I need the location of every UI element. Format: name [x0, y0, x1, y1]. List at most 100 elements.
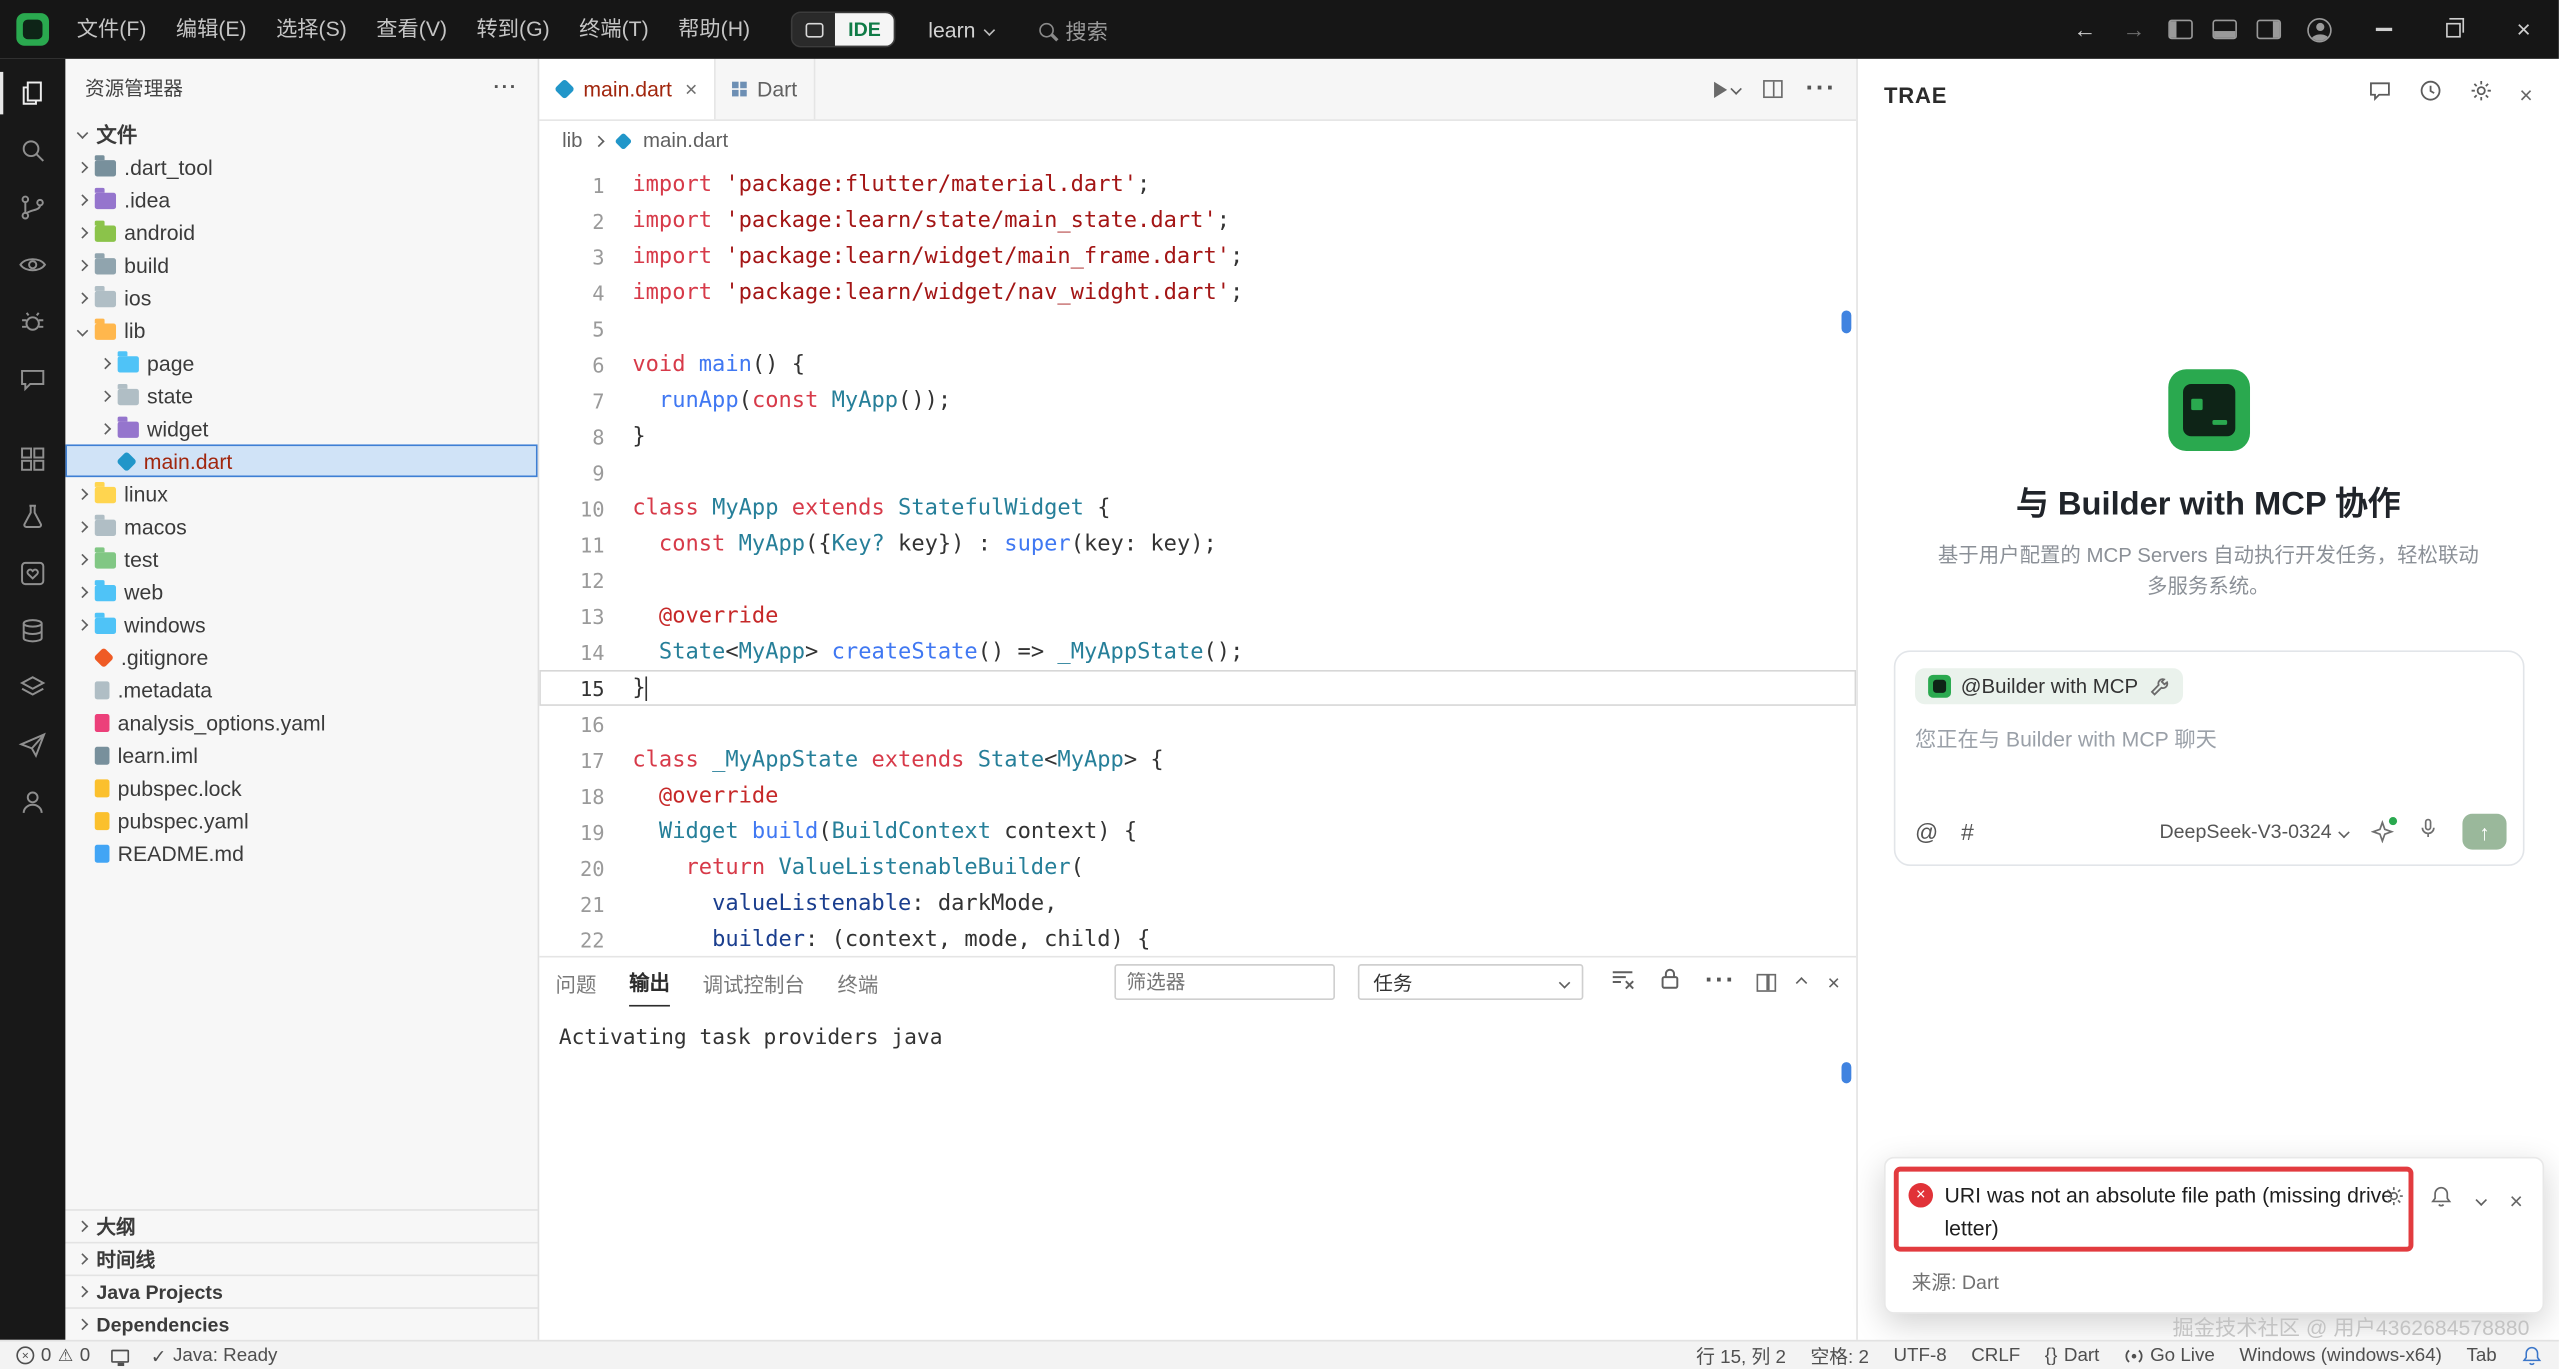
java-status[interactable]: ✓ Java: Ready: [151, 1344, 278, 1367]
auto-mode-icon[interactable]: [2371, 820, 2394, 843]
code-line-18[interactable]: 18 @override: [539, 778, 1856, 814]
menu-edit[interactable]: 编辑(E): [161, 0, 261, 59]
panel-tab-debug-console[interactable]: 调试控制台: [703, 958, 805, 1007]
tree-item-android[interactable]: android: [65, 216, 537, 249]
scrollbar-marker[interactable]: [1842, 1062, 1852, 1083]
chevron-down-icon[interactable]: [2475, 1194, 2487, 1206]
tree-item-linux[interactable]: linux: [65, 477, 537, 510]
tree-item-.gitignore[interactable]: .gitignore: [65, 641, 537, 674]
global-search[interactable]: 搜索: [1039, 14, 1108, 45]
notifications-bell[interactable]: [2521, 1345, 2542, 1366]
back-button[interactable]: ←: [2060, 16, 2109, 42]
tree-item-test[interactable]: test: [65, 542, 537, 575]
scrollbar-marker[interactable]: [1842, 310, 1852, 333]
tree-item-README.md[interactable]: README.md: [65, 837, 537, 870]
history-icon[interactable]: [2418, 78, 2443, 111]
code-line-16[interactable]: 16: [539, 706, 1856, 742]
code-line-9[interactable]: 9: [539, 454, 1856, 490]
panel-tab-terminal[interactable]: 终端: [838, 958, 879, 1007]
code-line-5[interactable]: 5: [539, 310, 1856, 346]
code-line-13[interactable]: 13 @override: [539, 598, 1856, 634]
restore-button[interactable]: [2418, 0, 2488, 59]
code-editor[interactable]: 1import 'package:flutter/material.dart';…: [539, 160, 1856, 956]
tree-item-page[interactable]: page: [65, 346, 537, 379]
code-line-15[interactable]: 15}: [539, 670, 1856, 706]
section-timeline[interactable]: 时间线: [65, 1242, 537, 1275]
cursor-position[interactable]: 行 15, 列 2: [1696, 1342, 1786, 1368]
close-notification-icon[interactable]: ×: [2510, 1187, 2523, 1213]
close-button[interactable]: ×: [2489, 0, 2559, 59]
explorer-icon[interactable]: [0, 72, 65, 114]
agent-badge[interactable]: @Builder with MCP: [1915, 668, 2182, 704]
section-dependencies[interactable]: Dependencies: [65, 1307, 537, 1340]
tree-item-macos[interactable]: macos: [65, 510, 537, 543]
code-line-12[interactable]: 12: [539, 562, 1856, 598]
code-line-2[interactable]: 2import 'package:learn/state/main_state.…: [539, 203, 1856, 239]
notification-toast[interactable]: × URI was not an absolute file path (mis…: [1884, 1157, 2544, 1314]
bell-icon[interactable]: [2429, 1185, 2452, 1216]
gear-icon[interactable]: [2382, 1185, 2405, 1216]
project-selector[interactable]: learn: [928, 17, 993, 42]
menu-go[interactable]: 转到(G): [462, 0, 565, 59]
panel-more-icon[interactable]: ···: [1705, 967, 1736, 996]
tab-main-dart[interactable]: main.dart ×: [539, 59, 715, 119]
tab-size[interactable]: Tab: [2466, 1346, 2496, 1366]
tree-item-analysis_options.yaml[interactable]: analysis_options.yaml: [65, 706, 537, 739]
tree-item-ios[interactable]: ios: [65, 281, 537, 314]
tree-item-pubspec.yaml[interactable]: pubspec.yaml: [65, 804, 537, 837]
tree-item-pubspec.lock[interactable]: pubspec.lock: [65, 771, 537, 804]
database-icon[interactable]: [0, 609, 65, 651]
split-editor-icon[interactable]: [1763, 80, 1783, 98]
code-line-1[interactable]: 1import 'package:flutter/material.dart';: [539, 167, 1856, 203]
tree-item-.metadata[interactable]: .metadata: [65, 673, 537, 706]
chat-input-card[interactable]: @Builder with MCP 您正在与 Builder with MCP …: [1894, 650, 2525, 866]
code-line-19[interactable]: 19 Widget build(BuildContext context) {: [539, 814, 1856, 850]
explorer-root-section[interactable]: 文件: [65, 114, 537, 150]
platform-info[interactable]: Windows (windows-x64): [2239, 1346, 2442, 1366]
search-view-icon[interactable]: [0, 129, 65, 171]
editor-more-icon[interactable]: ···: [1806, 74, 1837, 103]
trae-logo-icon[interactable]: [16, 13, 49, 46]
code-line-21[interactable]: 21 valueListenable: darkMode,: [539, 886, 1856, 922]
tree-item-state[interactable]: state: [65, 379, 537, 412]
breadcrumb-file[interactable]: main.dart: [643, 129, 728, 152]
code-line-4[interactable]: 4import 'package:learn/widget/nav_widght…: [539, 275, 1856, 311]
layers-icon[interactable]: [0, 667, 65, 709]
toggle-secondary-sidebar-icon[interactable]: [2257, 20, 2282, 40]
mic-icon[interactable]: [2417, 816, 2440, 847]
menu-selection[interactable]: 选择(S): [261, 0, 361, 59]
split-panel-icon[interactable]: [1757, 973, 1777, 991]
code-line-10[interactable]: 10class MyApp extends StatefulWidget {: [539, 490, 1856, 526]
context-hash-icon[interactable]: #: [1961, 819, 1974, 845]
extensions-icon[interactable]: [0, 438, 65, 480]
code-line-22[interactable]: 22 builder: (context, mode, child) {: [539, 922, 1856, 956]
indentation[interactable]: 空格: 2: [1810, 1342, 1868, 1368]
forward-button[interactable]: →: [2109, 16, 2158, 42]
code-line-20[interactable]: 20 return ValueListenableBuilder(: [539, 850, 1856, 886]
favorites-icon[interactable]: [0, 552, 65, 594]
eol-sequence[interactable]: CRLF: [1971, 1346, 2020, 1366]
go-live[interactable]: Go Live: [2124, 1346, 2215, 1366]
code-line-14[interactable]: 14 State<MyApp> createState() => _MyAppS…: [539, 634, 1856, 670]
send-button[interactable]: ↑: [2462, 814, 2506, 850]
test-beaker-icon[interactable]: [0, 495, 65, 537]
maximize-panel-icon[interactable]: [1796, 976, 1808, 988]
debug-icon[interactable]: [0, 301, 65, 343]
tree-item-main.dart[interactable]: main.dart: [65, 444, 537, 477]
breadcrumb-folder[interactable]: lib: [562, 129, 582, 152]
code-line-7[interactable]: 7 runApp(const MyApp());: [539, 382, 1856, 418]
tree-item-learn.iml[interactable]: learn.iml: [65, 739, 537, 772]
section-java-projects[interactable]: Java Projects: [65, 1275, 537, 1308]
tree-item-lib[interactable]: lib: [65, 314, 537, 347]
gear-icon[interactable]: [2469, 78, 2494, 111]
menu-help[interactable]: 帮助(H): [663, 0, 764, 59]
user-profile-icon[interactable]: [0, 781, 65, 823]
tab-close-icon[interactable]: ×: [685, 77, 697, 102]
send-icon[interactable]: [0, 724, 65, 766]
account-icon[interactable]: [2307, 17, 2332, 42]
tab-dart-devtools[interactable]: Dart: [715, 59, 815, 119]
preview-eye-icon[interactable]: [0, 243, 65, 285]
mention-icon[interactable]: @: [1915, 819, 1938, 845]
code-line-17[interactable]: 17class _MyAppState extends State<MyApp>…: [539, 742, 1856, 778]
code-line-3[interactable]: 3import 'package:learn/widget/main_frame…: [539, 239, 1856, 275]
